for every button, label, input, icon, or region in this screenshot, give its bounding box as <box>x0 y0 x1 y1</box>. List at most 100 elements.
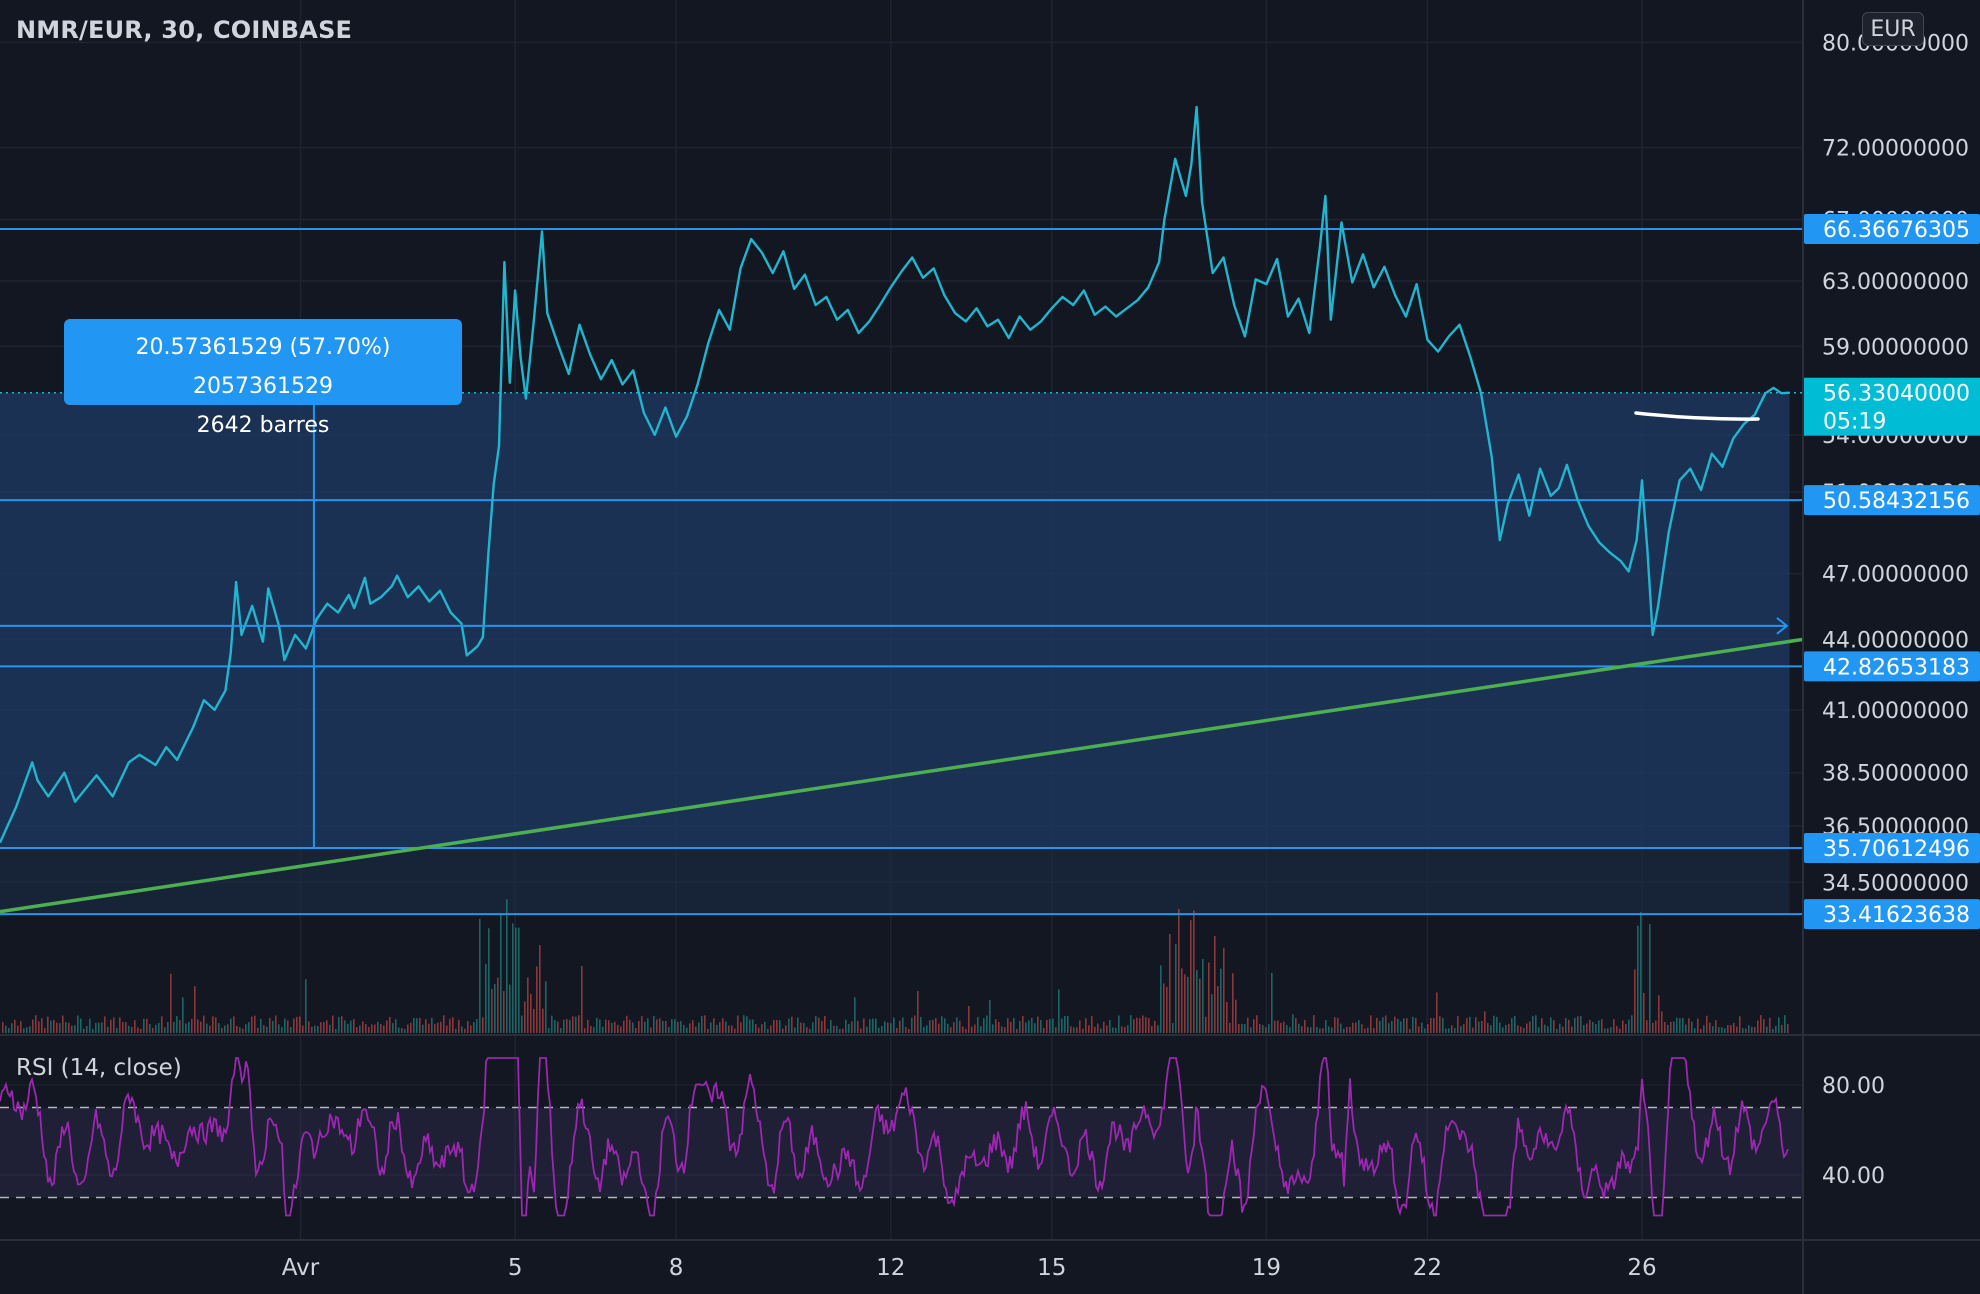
volume-bar <box>1370 1015 1372 1033</box>
volume-bar <box>95 1022 97 1033</box>
volume-bar <box>704 1015 706 1033</box>
volume-bar <box>524 1001 526 1033</box>
volume-bar <box>722 1018 724 1033</box>
volume-bar <box>596 1017 598 1033</box>
volume-bar <box>86 1025 88 1033</box>
volume-bar <box>1049 1018 1051 1033</box>
volume-bar <box>161 1016 163 1033</box>
volume-bar <box>1139 1018 1141 1033</box>
volume-bar <box>836 1025 838 1033</box>
volume-bar <box>1100 1028 1102 1033</box>
volume-bar <box>503 991 505 1033</box>
volume-bar <box>356 1027 358 1033</box>
volume-bar <box>1259 1023 1261 1033</box>
volume-bar <box>791 1016 793 1033</box>
volume-bar <box>1016 1028 1018 1033</box>
volume-bar <box>452 1017 454 1033</box>
volume-bar <box>407 1024 409 1033</box>
volume-bar <box>533 1008 535 1033</box>
volume-bar <box>1745 1028 1747 1033</box>
volume-bar <box>1544 1024 1546 1033</box>
volume-bar <box>188 1021 190 1033</box>
range-fill-lower <box>0 847 1790 915</box>
volume-bar <box>887 1022 889 1033</box>
volume-bar <box>1490 1025 1492 1033</box>
volume-bar <box>191 1018 193 1033</box>
volume-bar <box>119 1017 121 1033</box>
volume-bar <box>755 1024 757 1033</box>
volume-bar <box>1778 1017 1780 1033</box>
chart-canvas[interactable]: 80.0000000072.0000000067.0000000063.0000… <box>0 0 1980 1294</box>
volume-bar <box>1493 1015 1495 1033</box>
volume-bar <box>170 973 172 1033</box>
volume-bar <box>1382 1017 1384 1033</box>
volume-bar <box>647 1018 649 1033</box>
volume-bar <box>257 1027 259 1033</box>
volume-bar <box>1556 1028 1558 1033</box>
volume-bar <box>494 984 496 1033</box>
volume-bar <box>899 1020 901 1033</box>
volume-bar <box>1004 1027 1006 1033</box>
last-price-label-text: 56.33040000 <box>1823 382 1970 407</box>
volume-bar <box>479 918 481 1033</box>
volume-bar <box>713 1018 715 1033</box>
volume-bar <box>644 1021 646 1033</box>
volume-bar <box>572 1016 574 1033</box>
volume-bar <box>446 1025 448 1033</box>
currency-button[interactable]: EUR <box>1862 12 1924 46</box>
volume-bar <box>1409 1028 1411 1033</box>
volume-bar <box>359 1025 361 1033</box>
volume-bar <box>1505 1024 1507 1033</box>
volume-bar <box>893 1017 895 1033</box>
volume-bar <box>971 1026 973 1033</box>
volume-bar <box>434 1024 436 1033</box>
volume-bar <box>1448 1028 1450 1033</box>
volume-bar <box>1265 1027 1267 1033</box>
volume-bar <box>1685 1024 1687 1033</box>
volume-bar <box>1310 1027 1312 1033</box>
volume-bar <box>47 1016 49 1033</box>
volume-bar <box>110 1019 112 1033</box>
volume-bar <box>1199 978 1201 1033</box>
volume-bar <box>548 1027 550 1033</box>
volume-bar <box>1061 1018 1063 1033</box>
volume-bar <box>1376 1017 1378 1033</box>
volume-bar <box>521 1015 523 1033</box>
volume-bar <box>1625 1024 1627 1033</box>
volume-bar <box>626 1015 628 1033</box>
volume-bar <box>413 1017 415 1033</box>
volume-bar <box>602 1026 604 1033</box>
volume-bar <box>176 1016 178 1033</box>
volume-bar <box>1511 1018 1513 1033</box>
level-label-text: 50.58432156 <box>1823 489 1970 514</box>
volume-bar <box>1298 1023 1300 1033</box>
volume-bar <box>656 1019 658 1033</box>
volume-bar <box>1349 1026 1351 1033</box>
volume-bar <box>1415 1017 1417 1033</box>
volume-bar <box>140 1028 142 1033</box>
volume-bar <box>1775 1025 1777 1033</box>
volume-bar <box>77 1015 79 1033</box>
volume-bar <box>1754 1027 1756 1033</box>
volume-bar <box>1334 1017 1336 1033</box>
volume-bar <box>287 1020 289 1033</box>
volume-bar <box>1517 1025 1519 1033</box>
volume-bar <box>1070 1026 1072 1033</box>
volume-bar <box>467 1021 469 1033</box>
volume-bar <box>338 1017 340 1033</box>
volume-bar <box>185 1023 187 1033</box>
volume-bar <box>212 1016 214 1033</box>
volume-bar <box>896 1028 898 1033</box>
volume-bar <box>1691 1021 1693 1033</box>
volume-bar <box>392 1023 394 1033</box>
volume-bar <box>1772 1028 1774 1033</box>
volume-bar <box>518 927 520 1033</box>
volume-bar <box>455 1028 457 1033</box>
volume-bar <box>1274 1020 1276 1033</box>
volume-bar <box>1427 1024 1429 1033</box>
volume-bar <box>1733 1022 1735 1033</box>
volume-bar <box>605 1019 607 1033</box>
volume-bar <box>182 997 184 1033</box>
volume-bar <box>335 1028 337 1033</box>
volume-bar <box>461 1026 463 1033</box>
